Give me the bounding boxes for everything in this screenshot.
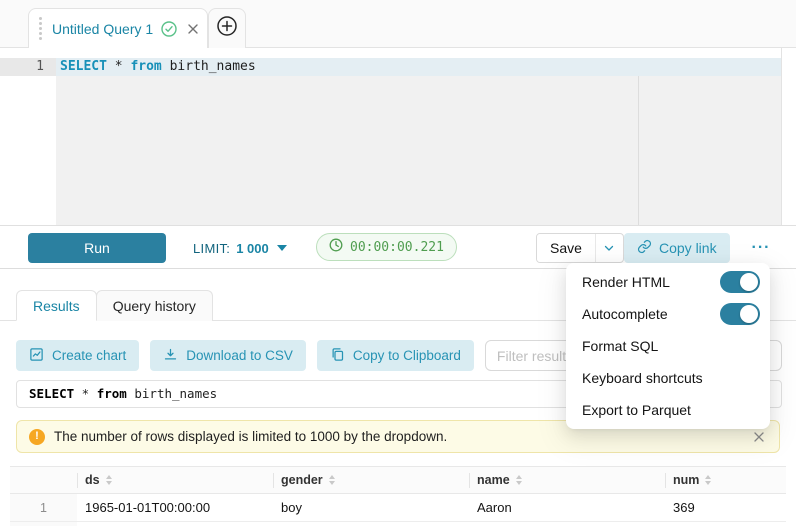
alert-message: The number of rows displayed is limited … bbox=[54, 429, 742, 444]
table-row[interactable]: 1 1965-01-01T00:00:00 boy Aaron 369 bbox=[10, 494, 786, 522]
cell-gender: boy bbox=[273, 494, 469, 521]
limit-value: 1 000 bbox=[236, 241, 269, 256]
sort-icon[interactable] bbox=[329, 475, 335, 485]
sql-text: * bbox=[107, 59, 130, 74]
autocomplete-toggle[interactable] bbox=[720, 303, 760, 325]
header-num[interactable]: num bbox=[665, 467, 786, 493]
row-index bbox=[10, 522, 77, 526]
cell-ds: 1965-01-01T00:00:00 bbox=[77, 494, 273, 521]
chart-icon bbox=[29, 347, 44, 365]
menu-item-label: Format SQL bbox=[582, 338, 760, 354]
header-label: gender bbox=[281, 473, 323, 487]
link-icon bbox=[637, 239, 652, 257]
copy-link-button[interactable]: Copy link bbox=[624, 233, 730, 263]
query-tab[interactable]: Untitled Query 1 bbox=[28, 8, 208, 48]
menu-item-render-html[interactable]: Render HTML bbox=[566, 266, 770, 298]
header-label: ds bbox=[85, 473, 100, 487]
header-ds[interactable]: ds bbox=[77, 467, 273, 493]
menu-item-format-sql[interactable]: Format SQL bbox=[566, 330, 770, 362]
sort-icon[interactable] bbox=[106, 475, 112, 485]
sql-text: birth_names bbox=[162, 59, 256, 74]
sort-icon[interactable] bbox=[705, 475, 711, 485]
save-button[interactable]: Save bbox=[537, 234, 595, 262]
sql-lab-app: Untitled Query 1 1 SELECT * from birth_n… bbox=[0, 0, 796, 526]
query-timer-badge: 00:00:00.221 bbox=[316, 233, 457, 261]
download-csv-label: Download to CSV bbox=[186, 348, 293, 363]
results-table: ds gender name num 1 1965-01-01T0 bbox=[10, 466, 786, 526]
create-chart-label: Create chart bbox=[52, 348, 126, 363]
plus-circle-icon bbox=[216, 15, 238, 42]
timer-value: 00:00:00.221 bbox=[350, 240, 444, 255]
copy-clipboard-label: Copy to Clipboard bbox=[353, 348, 461, 363]
menu-item-label: Keyboard shortcuts bbox=[582, 370, 760, 386]
caret-down-icon bbox=[277, 245, 287, 251]
sql-keyword: SELECT bbox=[29, 386, 74, 401]
tab-results[interactable]: Results bbox=[16, 290, 97, 321]
sql-keyword: from bbox=[97, 386, 127, 401]
tab-query-history[interactable]: Query history bbox=[96, 290, 213, 321]
print-margin-line bbox=[638, 76, 639, 225]
drag-grip-icon[interactable] bbox=[39, 27, 42, 30]
editor-content-area[interactable] bbox=[56, 76, 781, 225]
alert-close-icon[interactable] bbox=[751, 429, 767, 445]
menu-item-label: Autocomplete bbox=[582, 306, 720, 322]
clock-icon bbox=[329, 238, 343, 257]
sql-editor[interactable]: 1 SELECT * from birth_names bbox=[0, 48, 782, 225]
menu-item-autocomplete[interactable]: Autocomplete bbox=[566, 298, 770, 330]
table-row-partial bbox=[10, 522, 786, 526]
editor-active-line: 1 SELECT * from birth_names bbox=[0, 58, 781, 76]
header-name[interactable]: name bbox=[469, 467, 665, 493]
query-success-icon bbox=[161, 21, 177, 37]
row-index: 1 bbox=[10, 494, 77, 521]
download-icon bbox=[163, 347, 178, 365]
editor-tab-bar: Untitled Query 1 bbox=[0, 0, 796, 48]
sql-keyword: SELECT bbox=[60, 59, 107, 74]
render-html-toggle[interactable] bbox=[720, 271, 760, 293]
more-options-button[interactable]: ··· bbox=[744, 233, 778, 263]
copy-clipboard-button[interactable]: Copy to Clipboard bbox=[317, 340, 474, 371]
editor-body[interactable] bbox=[0, 76, 781, 225]
copy-icon bbox=[330, 347, 345, 365]
close-tab-icon[interactable] bbox=[187, 23, 199, 35]
header-label: name bbox=[477, 473, 510, 487]
header-gender[interactable]: gender bbox=[273, 467, 469, 493]
add-tab-button[interactable] bbox=[208, 8, 246, 48]
line-number: 1 bbox=[0, 58, 56, 76]
editor-options-menu: Render HTML Autocomplete Format SQL Keyb… bbox=[566, 263, 770, 429]
sort-icon[interactable] bbox=[516, 475, 522, 485]
sql-code-line: SELECT * from birth_names bbox=[56, 58, 781, 76]
header-label: num bbox=[673, 473, 699, 487]
table-header-row: ds gender name num bbox=[10, 466, 786, 494]
sql-keyword: from bbox=[130, 59, 161, 74]
create-chart-button[interactable]: Create chart bbox=[16, 340, 139, 371]
editor-gutter bbox=[0, 76, 56, 225]
menu-item-label: Render HTML bbox=[582, 274, 720, 290]
download-csv-button[interactable]: Download to CSV bbox=[150, 340, 306, 371]
menu-item-export-parquet[interactable]: Export to Parquet bbox=[566, 394, 770, 426]
limit-dropdown[interactable]: LIMIT: 1 000 bbox=[193, 233, 287, 263]
cell-num: 369 bbox=[665, 494, 786, 521]
warning-icon: ! bbox=[29, 429, 45, 445]
query-tab-title: Untitled Query 1 bbox=[52, 21, 153, 37]
limit-label: LIMIT: bbox=[193, 241, 230, 256]
cell-name: Aaron bbox=[469, 494, 665, 521]
menu-item-label: Export to Parquet bbox=[582, 402, 760, 418]
menu-item-keyboard-shortcuts[interactable]: Keyboard shortcuts bbox=[566, 362, 770, 394]
save-menu-button[interactable] bbox=[595, 234, 623, 262]
header-index bbox=[10, 467, 77, 493]
run-button[interactable]: Run bbox=[28, 233, 166, 263]
sql-text: birth_names bbox=[127, 386, 217, 401]
save-split-button: Save bbox=[536, 233, 624, 263]
copy-link-label: Copy link bbox=[659, 240, 717, 256]
sql-text: * bbox=[74, 386, 97, 401]
